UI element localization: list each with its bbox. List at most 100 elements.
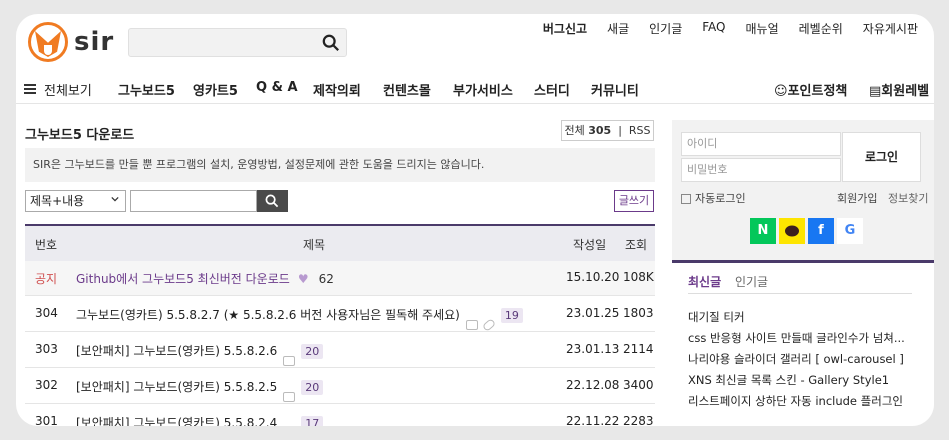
sidebar: 아이디 비밀번호 로그인 자동로그인 회원가입 정보찾기 N f G 최신글 인… — [672, 120, 934, 426]
search-field-select[interactable]: 제목+내용 — [25, 190, 126, 212]
row-views: 2114 — [623, 342, 654, 356]
row-date: 15.10.20 — [566, 270, 620, 284]
table-row[interactable]: 304 그누보드(영카트) 5.5.8.2.7 (★ 5.5.8.2.6 버전 … — [25, 297, 655, 332]
row-date: 22.11.22 — [566, 414, 620, 426]
row-title[interactable]: Github에서 그누보드5 최신버전 다운로드 ♥ 62 — [76, 270, 338, 287]
latest-list: 대기질 티커 css 반응형 사이트 만들때 글라인수가 넘쳐... 나리야용 … — [688, 307, 918, 412]
top-links: 버그신고 새글 인기글 FAQ 매뉴얼 레벨순위 자유게시판 — [543, 20, 918, 37]
nav-youngcart5[interactable]: 영카트5 — [193, 80, 238, 99]
search-icon — [265, 194, 279, 208]
list-item[interactable]: 나리야용 슬라이더 갤러리 [ owl-carousel ] — [688, 349, 918, 370]
nav-gnuboard5[interactable]: 그누보드5 — [118, 80, 175, 99]
join-link[interactable]: 회원가입 — [837, 192, 877, 205]
file-icon — [283, 391, 296, 402]
login-button[interactable]: 로그인 — [842, 132, 921, 182]
find-link[interactable]: 정보찾기 — [888, 192, 928, 205]
account-links: 회원가입 정보찾기 — [837, 190, 928, 206]
total-count: 305 — [588, 124, 612, 137]
row-title[interactable]: [보안패치] 그누보드(영카트) 5.5.8.2.4 17 — [76, 414, 324, 426]
table-row[interactable]: 301 [보안패치] 그누보드(영카트) 5.5.8.2.4 17 22.11.2… — [25, 405, 655, 426]
nav-member-level[interactable]: ▤회원레벨 — [869, 80, 929, 99]
row-num: 303 — [35, 342, 58, 356]
file-icon — [283, 355, 296, 366]
top-link-manual[interactable]: 매뉴얼 — [746, 20, 779, 37]
checkbox-icon — [681, 194, 691, 204]
nav-qna[interactable]: Q & A — [256, 80, 298, 95]
list-item[interactable]: 리스트페이지 상하단 자동 include 플러그인 — [688, 391, 918, 412]
auto-login-checkbox[interactable]: 자동로그인 — [681, 190, 746, 206]
col-views: 조회 — [625, 238, 648, 252]
row-date: 23.01.25 — [566, 306, 620, 320]
write-button[interactable]: 글쓰기 — [614, 190, 654, 212]
link-icon — [481, 317, 497, 332]
divider — [688, 293, 912, 294]
table-header: 번호 제목 작성일 조회 — [25, 224, 655, 261]
password-field[interactable]: 비밀번호 — [681, 158, 841, 182]
logo-text: sir — [74, 27, 115, 57]
main-nav: 전체보기 그누보드5 영카트5 Q & A 제작의뢰 컨텐츠몰 부가서비스 스터… — [16, 74, 934, 104]
row-date: 22.12.08 — [566, 378, 620, 392]
row-views: 108K — [623, 270, 654, 284]
top-link-new[interactable]: 새글 — [607, 20, 629, 37]
naver-login-icon[interactable]: N — [750, 218, 776, 244]
latest-posts-panel: 최신글 인기글 대기질 티커 css 반응형 사이트 만들때 글라인수가 넘쳐.… — [672, 260, 934, 426]
header-search-input[interactable] — [128, 28, 347, 57]
table-row[interactable]: 공지 Github에서 그누보드5 최신버전 다운로드 ♥ 62 15.10.20 … — [25, 261, 655, 296]
rss-link[interactable]: RSS — [629, 124, 651, 137]
nav-services[interactable]: 부가서비스 — [453, 80, 513, 99]
row-title[interactable]: [보안패치] 그누보드(영카트) 5.5.8.2.5 20 — [76, 378, 324, 402]
top-link-faq[interactable]: FAQ — [702, 20, 725, 37]
nav-community[interactable]: 커뮤니티 — [591, 80, 639, 99]
search-icon[interactable] — [322, 34, 340, 52]
nav-study[interactable]: 스터디 — [534, 80, 570, 99]
social-login: N f G — [750, 218, 863, 244]
nav-contents-mall[interactable]: 컨텐츠몰 — [383, 80, 431, 99]
board-count: 전체 305 | RSS — [561, 120, 654, 141]
row-num: 304 — [35, 306, 58, 320]
col-date: 작성일 — [573, 238, 607, 252]
heart-icon: ♥ — [297, 272, 309, 286]
id-card-icon: ▤ — [869, 84, 882, 99]
top-link-popular[interactable]: 인기글 — [649, 20, 682, 37]
board-notice: SIR은 그누보드를 만들 뿐 프로그램의 설치, 운영방법, 설정문제에 관한… — [25, 148, 655, 182]
id-field[interactable]: 아이디 — [681, 132, 841, 156]
login-box: 아이디 비밀번호 로그인 자동로그인 회원가입 정보찾기 N f G — [681, 132, 928, 244]
row-title[interactable]: 그누보드(영카트) 5.5.8.2.7 (★ 5.5.8.2.6 버전 사용자님… — [76, 306, 523, 332]
tab-latest[interactable]: 최신글 — [688, 275, 721, 289]
site-logo[interactable]: sir — [28, 22, 114, 62]
row-num: 공지 — [35, 272, 58, 286]
menu-icon[interactable] — [24, 84, 36, 94]
list-item[interactable]: XNS 최신글 목록 스킨 - Gallery Style1 — [688, 370, 918, 391]
list-item[interactable]: 대기질 티커 — [688, 307, 918, 328]
top-link-bug[interactable]: 버그신고 — [543, 20, 587, 37]
table-row[interactable]: 302 [보안패치] 그누보드(영카트) 5.5.8.2.5 20 22.12.0… — [25, 369, 655, 404]
row-date: 23.01.13 — [566, 342, 620, 356]
kakao-login-icon[interactable] — [779, 218, 805, 244]
tab-popular[interactable]: 인기글 — [735, 275, 768, 289]
chevron-down-icon — [111, 196, 119, 202]
top-link-level[interactable]: 레벨순위 — [799, 20, 843, 37]
nav-request[interactable]: 제작의뢰 — [313, 80, 361, 99]
table-row[interactable]: 303 [보안패치] 그누보드(영카트) 5.5.8.2.6 20 23.01.1… — [25, 333, 655, 368]
row-title[interactable]: [보안패치] 그누보드(영카트) 5.5.8.2.6 20 — [76, 342, 324, 366]
facebook-login-icon[interactable]: f — [808, 218, 834, 244]
col-title: 제목 — [303, 238, 326, 252]
smile-icon: ☺ — [774, 84, 788, 99]
latest-tabs: 최신글 인기글 — [688, 273, 768, 290]
top-link-free-board[interactable]: 자유게시판 — [863, 20, 918, 37]
row-views: 3400 — [623, 378, 654, 392]
google-login-icon[interactable]: G — [837, 218, 863, 244]
comment-count: 20 — [301, 344, 324, 359]
board-search-input[interactable] — [130, 190, 257, 212]
comment-count: 19 — [500, 308, 523, 323]
board-search-button[interactable] — [257, 190, 288, 212]
board-title: 그누보드5 다운로드 — [25, 128, 135, 143]
row-views: 1803 — [623, 306, 654, 320]
nav-all[interactable]: 전체보기 — [44, 80, 92, 99]
nav-point-policy[interactable]: ☺포인트정책 — [774, 80, 847, 99]
row-num: 302 — [35, 378, 58, 392]
col-num: 번호 — [35, 238, 58, 252]
fox-logo-icon — [28, 22, 68, 62]
comment-count: 20 — [301, 380, 324, 395]
list-item[interactable]: css 반응형 사이트 만들때 글라인수가 넘쳐... — [688, 328, 918, 349]
